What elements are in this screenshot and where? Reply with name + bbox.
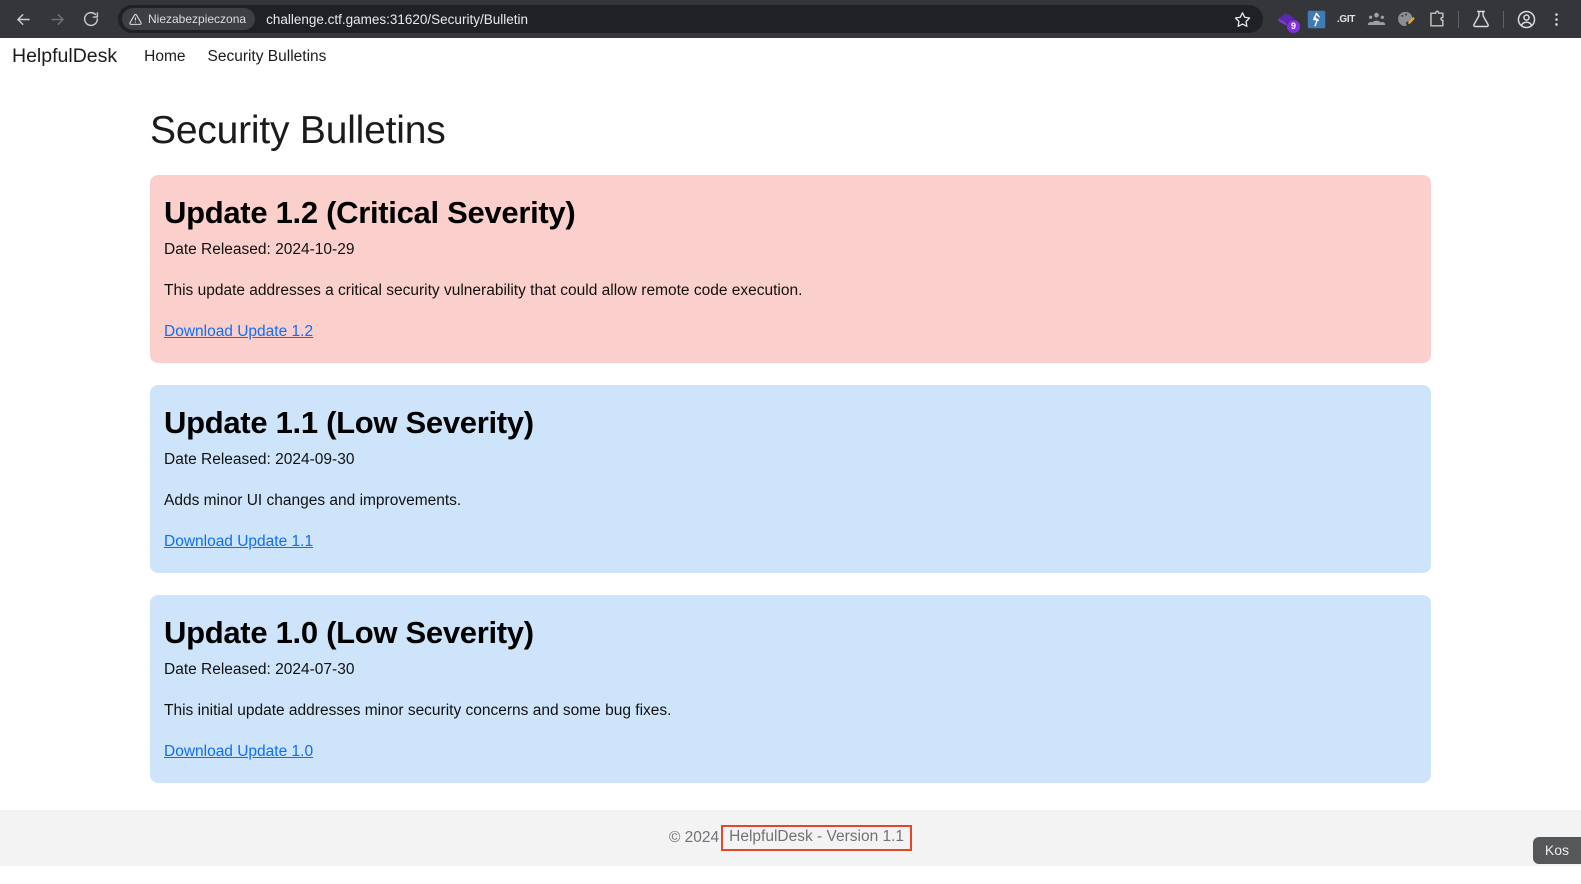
bulletin-title: Update 1.0 (Low Severity) [164, 615, 534, 651]
warning-triangle-icon [129, 13, 142, 26]
reload-icon[interactable] [74, 2, 108, 36]
extension-people-icon[interactable] [1361, 4, 1391, 34]
site-brand[interactable]: HelpfulDesk [12, 45, 117, 68]
nav-link-security-bulletins[interactable]: Security Bulletins [208, 48, 327, 66]
bulletin-title: Update 1.1 (Low Severity) [164, 405, 534, 441]
nav-link-home[interactable]: Home [144, 48, 185, 66]
chrome-action-icons: 9 .GIT [1271, 4, 1571, 34]
bulletin-description: Adds minor UI changes and improvements. [164, 492, 462, 510]
extension-flask-icon[interactable] [1466, 4, 1496, 34]
footer-copyright: © 2024 [668, 829, 720, 846]
chrome-menu-icon[interactable] [1541, 4, 1571, 34]
back-icon[interactable] [6, 2, 40, 36]
extension-puzzle-icon[interactable] [1421, 4, 1451, 34]
extension-git-label: .GIT [1336, 13, 1356, 25]
bulletin-card-update-1-2: Update 1.2 (Critical Severity) Date Rele… [150, 175, 1431, 364]
extension-blue-icon[interactable] [1301, 4, 1331, 34]
footer-version-badge: HelpfulDesk - Version 1.1 [721, 825, 913, 851]
bulletin-download-link[interactable]: Download Update 1.1 [164, 533, 313, 550]
extension-palette-icon[interactable] [1391, 4, 1421, 34]
security-status-label: Niezabezpieczona [148, 12, 247, 26]
url-text[interactable]: challenge.ctf.games:31620/Security/Bulle… [266, 12, 1229, 27]
page-title: Security Bulletins [150, 109, 446, 152]
browser-toolbar: Niezabezpieczona challenge.ctf.games:316… [0, 0, 1581, 38]
forward-icon[interactable] [40, 2, 74, 36]
security-status-chip[interactable]: Niezabezpieczona [122, 8, 256, 30]
status-tooltip: Kos [1532, 837, 1581, 864]
bulletin-description: This initial update addresses minor secu… [164, 702, 672, 720]
bulletin-download-link[interactable]: Download Update 1.0 [164, 743, 313, 760]
toolbar-divider-2 [1503, 10, 1504, 28]
profile-avatar-icon[interactable] [1511, 4, 1541, 34]
bulletin-title: Update 1.2 (Critical Severity) [164, 195, 576, 230]
bulletin-date: Date Released: 2024-09-30 [164, 451, 355, 469]
site-navbar: HelpfulDesk Home Security Bulletins [0, 38, 1581, 75]
bulletin-card-update-1-1: Update 1.1 (Low Severity) Date Released:… [150, 385, 1431, 574]
extension-purple-icon[interactable]: 9 [1271, 4, 1301, 34]
extension-git-icon[interactable]: .GIT [1331, 4, 1361, 34]
page-content: Security Bulletins Update 1.2 (Critical … [0, 75, 1581, 866]
address-bar[interactable]: Niezabezpieczona challenge.ctf.games:316… [118, 5, 1263, 33]
bulletin-date: Date Released: 2024-07-30 [164, 661, 355, 679]
bookmark-star-icon[interactable] [1229, 6, 1255, 32]
bulletin-date: Date Released: 2024-10-29 [164, 241, 355, 259]
bulletin-description: This update addresses a critical securit… [164, 282, 803, 300]
toolbar-divider-1 [1458, 10, 1459, 28]
bulletin-card-update-1-0: Update 1.0 (Low Severity) Date Released:… [150, 595, 1431, 784]
bulletin-download-link[interactable]: Download Update 1.2 [164, 323, 313, 340]
site-footer: © 2024 HelpfulDesk - Version 1.1 [0, 810, 1581, 866]
content-container: Security Bulletins Update 1.2 (Critical … [0, 75, 1581, 784]
extension-badge-count: 9 [1287, 20, 1300, 33]
